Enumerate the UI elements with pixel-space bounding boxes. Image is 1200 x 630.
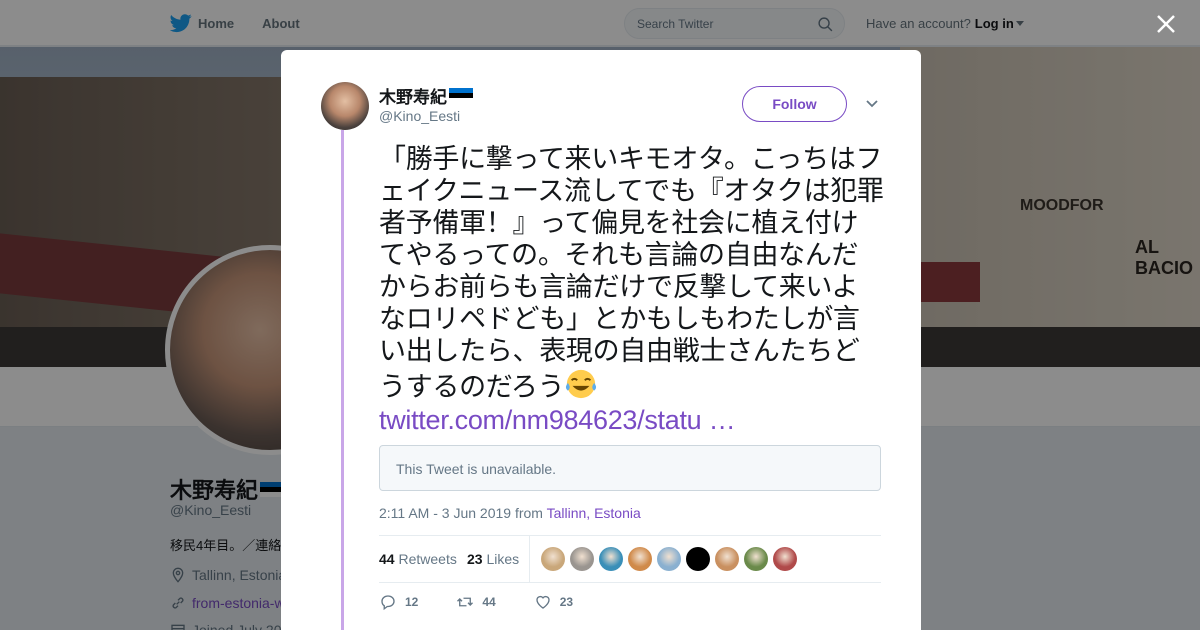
likes-label: Likes: [486, 551, 520, 567]
retweet-count: 44: [482, 595, 496, 609]
liker-avatar[interactable]: [628, 547, 652, 571]
unavailable-text: This Tweet is unavailable.: [396, 461, 557, 477]
tears-of-joy-emoji-icon: [566, 369, 597, 399]
liker-avatar[interactable]: [570, 547, 594, 571]
author-avatar[interactable]: [321, 82, 369, 130]
author-name[interactable]: 木野寿紀: [379, 83, 473, 108]
reply-button[interactable]: 12: [379, 593, 418, 611]
author-name-text: 木野寿紀: [379, 88, 447, 107]
liker-avatar[interactable]: [744, 547, 768, 571]
retweet-button[interactable]: 44: [456, 593, 496, 611]
liker-avatar[interactable]: [541, 547, 565, 571]
author-handle[interactable]: @Kino_Eesti: [379, 108, 460, 124]
liker-avatar[interactable]: [599, 547, 623, 571]
liker-avatar[interactable]: [715, 547, 739, 571]
tweet-location[interactable]: Tallinn, Estonia: [547, 505, 641, 521]
from-label: from: [514, 505, 543, 521]
likes-count: 23: [467, 551, 483, 567]
liker-avatar[interactable]: [773, 547, 797, 571]
retweets-label: Retweets: [398, 551, 457, 567]
liker-avatar[interactable]: [657, 547, 681, 571]
liker-avatar[interactable]: [686, 547, 710, 571]
retweets-stat[interactable]: 44 Retweets: [379, 551, 457, 567]
like-button[interactable]: 23: [534, 593, 573, 611]
likes-stat[interactable]: 23 Likes: [467, 551, 519, 567]
tweet-timestamp[interactable]: 2:11 AM - 3 Jun 2019: [379, 505, 511, 521]
reply-icon: [381, 595, 395, 611]
tweet-link[interactable]: twitter.com/nm984623/statu …: [379, 405, 736, 435]
tweet-actions: 12 44 23: [379, 593, 611, 611]
reply-count: 12: [405, 595, 419, 609]
like-count: 23: [559, 595, 574, 609]
tweet-modal: 木野寿紀 @Kino_Eesti Follow 「勝手に撃って来いキモオタ。こっ…: [281, 50, 921, 630]
follow-button[interactable]: Follow: [742, 86, 847, 122]
liker-avatars: [541, 547, 802, 571]
retweets-count: 44: [379, 551, 395, 567]
tweet-meta: 2:11 AM - 3 Jun 2019 from Tallinn, Eston…: [379, 505, 641, 521]
tweet-stats: 44 Retweets 23 Likes: [379, 535, 881, 583]
estonia-flag-icon: [449, 88, 473, 103]
tweet-body: 「勝手に撃って来いキモオタ。こっちはフェイクニュース流してでも『オタクは犯罪者予…: [379, 144, 884, 403]
chevron-down-icon[interactable]: [866, 100, 878, 108]
stats-divider: [529, 536, 530, 582]
retweet-icon: [457, 597, 474, 607]
heart-icon: [536, 595, 550, 609]
tweet-text: 「勝手に撃って来いキモオタ。こっちはフェイクニュース流してでも『オタクは犯罪者予…: [379, 144, 884, 437]
quoted-tweet-unavailable: This Tweet is unavailable.: [379, 445, 881, 491]
thread-line: [341, 130, 344, 630]
close-icon[interactable]: [1154, 12, 1178, 36]
